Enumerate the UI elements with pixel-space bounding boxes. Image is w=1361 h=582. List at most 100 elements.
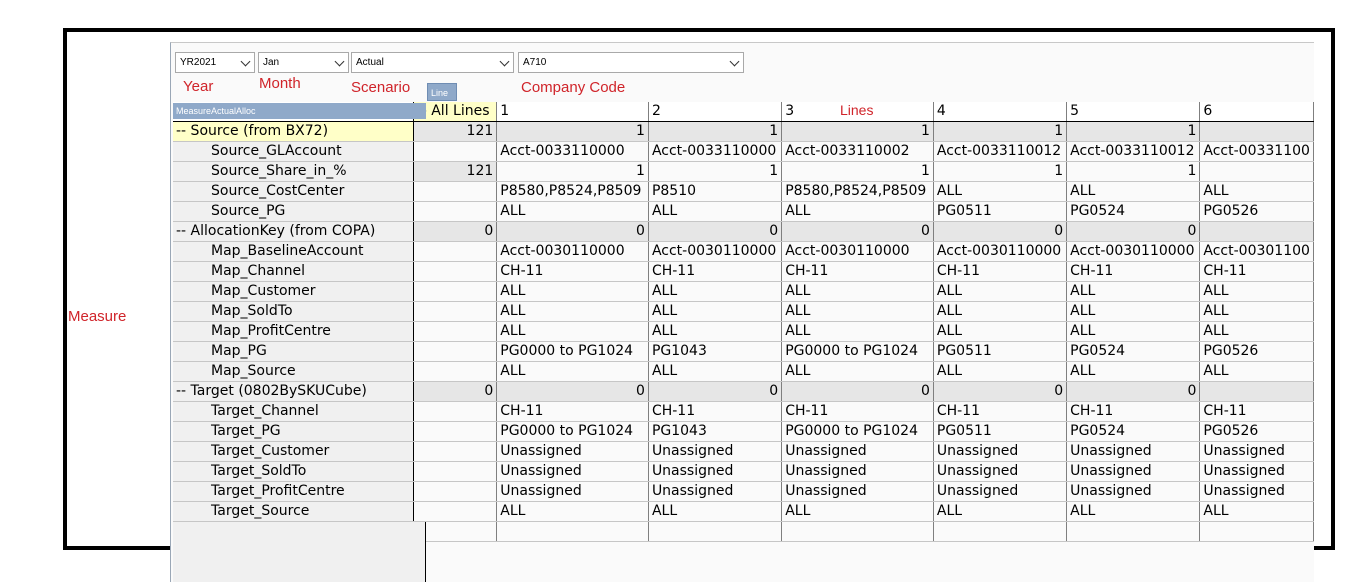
grid-cell[interactable]: CH-11 <box>781 401 934 422</box>
column-header-line-6[interactable]: 6 <box>1199 102 1314 122</box>
grid-cell[interactable]: P8580,P8524,P8509 <box>496 181 649 202</box>
grid-cell[interactable]: Unassigned <box>933 441 1068 462</box>
grid-cell[interactable]: Unassigned <box>648 461 783 482</box>
row-header[interactable]: Target_Source <box>173 501 414 522</box>
grid-cell[interactable]: ALL <box>1066 281 1201 302</box>
row-header[interactable]: Source_GLAccount <box>173 141 414 162</box>
grid-cell[interactable] <box>413 361 498 382</box>
grid-cell[interactable]: ALL <box>496 201 649 222</box>
grid-cell[interactable]: CH-11 <box>648 401 783 422</box>
row-group-header[interactable]: -- AllocationKey (from COPA) <box>173 221 414 242</box>
grid-cell[interactable]: ALL <box>1199 181 1314 202</box>
grid-cell[interactable] <box>413 241 498 262</box>
grid-cell[interactable]: 1 <box>933 121 1068 142</box>
grid-cell[interactable] <box>1199 121 1314 142</box>
grid-cell[interactable] <box>1199 161 1314 182</box>
grid-cell[interactable]: ALL <box>496 301 649 322</box>
row-header[interactable]: Source_Share_in_% <box>173 161 414 182</box>
row-header[interactable]: Target_Customer <box>173 441 414 462</box>
grid-cell[interactable]: ALL <box>1066 301 1201 322</box>
grid-cell[interactable]: Unassigned <box>1199 461 1314 482</box>
row-header[interactable]: Map_Customer <box>173 281 414 302</box>
grid-cell[interactable]: 1 <box>648 161 783 182</box>
row-header[interactable]: Map_Source <box>173 361 414 382</box>
grid-cell[interactable]: PG1043 <box>648 341 783 362</box>
row-header[interactable]: Source_CostCenter <box>173 181 414 202</box>
grid-cell[interactable] <box>413 141 498 162</box>
grid-cell[interactable]: CH-11 <box>496 261 649 282</box>
column-header-line-2[interactable]: 2 <box>648 102 783 122</box>
grid-cell[interactable]: ALL <box>933 361 1068 382</box>
grid-cell[interactable]: 121 <box>413 121 498 142</box>
grid-cell[interactable]: Acct-00331100 <box>1199 141 1314 162</box>
column-header-line-1[interactable]: 1 <box>496 102 649 122</box>
grid-cell[interactable]: ALL <box>781 201 934 222</box>
grid-cell[interactable] <box>413 201 498 222</box>
grid-cell[interactable]: Unassigned <box>781 481 934 502</box>
grid-cell[interactable]: 0 <box>933 221 1068 242</box>
year-select[interactable]: YR2021 <box>175 52 255 73</box>
grid-cell[interactable]: 1 <box>496 121 649 142</box>
grid-cell[interactable]: ALL <box>648 361 783 382</box>
row-header[interactable]: Target_SoldTo <box>173 461 414 482</box>
grid-cell[interactable]: 121 <box>413 161 498 182</box>
grid-cell[interactable]: PG0000 to PG1024 <box>496 421 649 442</box>
scenario-select[interactable]: Actual <box>351 52 514 73</box>
grid-cell[interactable]: ALL <box>1066 361 1201 382</box>
grid-cell[interactable]: PG0526 <box>1199 421 1314 442</box>
grid-cell[interactable]: Acct-0033110002 <box>781 141 934 162</box>
column-header-line-5[interactable]: 5 <box>1066 102 1201 122</box>
month-select[interactable]: Jan <box>258 52 349 73</box>
grid-cell[interactable]: PG0526 <box>1199 341 1314 362</box>
row-header[interactable]: Map_Channel <box>173 261 414 282</box>
grid-cell[interactable]: 0 <box>781 221 934 242</box>
grid-cell[interactable]: 0 <box>496 381 649 402</box>
grid-cell[interactable]: PG0511 <box>933 341 1068 362</box>
row-header[interactable]: Target_ProfitCentre <box>173 481 414 502</box>
grid-cell[interactable]: Acct-0030110000 <box>933 241 1068 262</box>
grid-cell[interactable]: Acct-0033110012 <box>1066 141 1201 162</box>
grid-cell[interactable]: Acct-0033110012 <box>933 141 1068 162</box>
grid-cell[interactable]: Unassigned <box>1199 481 1314 502</box>
grid-cell[interactable]: 0 <box>648 221 783 242</box>
grid-cell[interactable] <box>1199 521 1314 542</box>
grid-cell[interactable] <box>1199 221 1314 242</box>
grid-cell[interactable]: ALL <box>933 501 1068 522</box>
grid-cell[interactable]: 1 <box>781 161 934 182</box>
grid-cell[interactable]: Unassigned <box>1066 441 1201 462</box>
grid-cell[interactable]: 1 <box>1066 161 1201 182</box>
grid-cell[interactable]: ALL <box>648 321 783 342</box>
grid-cell[interactable] <box>413 441 498 462</box>
grid-cell[interactable]: ALL <box>933 181 1068 202</box>
grid-cell[interactable]: Acct-00301100 <box>1199 241 1314 262</box>
grid-cell[interactable]: 0 <box>933 381 1068 402</box>
row-group-header[interactable]: -- Target (0802BySKUCube) <box>173 381 414 402</box>
grid-cell[interactable]: CH-11 <box>1199 401 1314 422</box>
grid-cell[interactable]: P8580,P8524,P8509 <box>781 181 934 202</box>
grid-cell[interactable] <box>413 341 498 362</box>
grid-cell[interactable]: 0 <box>648 381 783 402</box>
grid-cell[interactable]: CH-11 <box>1199 261 1314 282</box>
grid-cell[interactable]: Acct-0030110000 <box>496 241 649 262</box>
grid-cell[interactable]: PG0526 <box>1199 201 1314 222</box>
row-header[interactable]: Target_PG <box>173 421 414 442</box>
grid-cell[interactable] <box>413 261 498 282</box>
grid-cell[interactable]: Acct-0033110000 <box>648 141 783 162</box>
grid-cell[interactable]: ALL <box>1066 501 1201 522</box>
grid-cell[interactable]: CH-11 <box>933 401 1068 422</box>
grid-cell[interactable]: PG0511 <box>933 201 1068 222</box>
grid-cell[interactable]: 1 <box>933 161 1068 182</box>
grid-cell[interactable]: 0 <box>496 221 649 242</box>
grid-cell[interactable]: ALL <box>1199 301 1314 322</box>
grid-cell[interactable] <box>413 181 498 202</box>
grid-cell[interactable] <box>413 301 498 322</box>
grid-cell[interactable]: Unassigned <box>1066 461 1201 482</box>
grid-cell[interactable]: Unassigned <box>496 461 649 482</box>
grid-cell[interactable]: Unassigned <box>496 481 649 502</box>
grid-cell[interactable]: PG0524 <box>1066 201 1201 222</box>
grid-cell[interactable]: ALL <box>496 361 649 382</box>
grid-cell[interactable]: ALL <box>1066 181 1201 202</box>
grid-cell[interactable]: 0 <box>781 381 934 402</box>
grid-cell[interactable]: ALL <box>933 281 1068 302</box>
grid-cell[interactable]: 0 <box>1066 381 1201 402</box>
